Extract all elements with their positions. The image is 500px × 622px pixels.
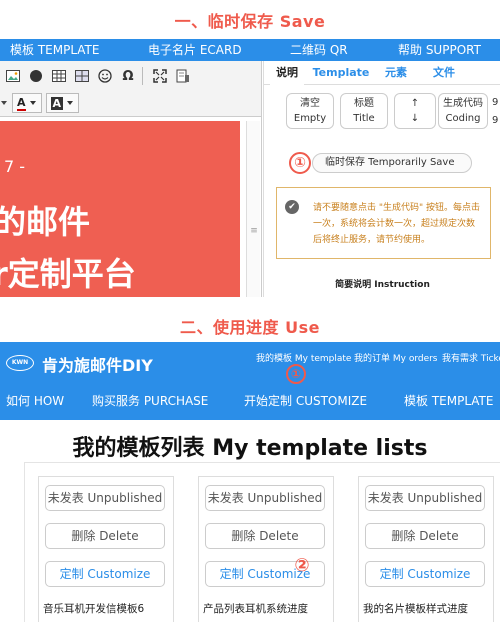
top-navigation: 模板 TEMPLATE 电子名片 ECARD 二维码 QR 帮助 SUPPORT bbox=[0, 39, 500, 61]
move-down-icon[interactable]: ↓ bbox=[395, 111, 435, 126]
editor-area: Ω A A 7 - 的邮件 r定制平台 ≡ bbox=[0, 61, 262, 297]
background-color-dropdown[interactable]: A bbox=[45, 93, 80, 113]
maximize-icon[interactable] bbox=[150, 66, 170, 86]
link-my-template[interactable]: 我的模板 My template bbox=[256, 351, 351, 364]
template-name[interactable]: 音乐耳机开发信模板6 bbox=[43, 601, 144, 616]
template-card: 未发表 Unpublished 删除 Delete 定制 Customize 音… bbox=[38, 476, 174, 622]
toolbar-chevron-icon[interactable] bbox=[0, 93, 8, 113]
delete-button[interactable]: 删除 Delete bbox=[45, 523, 165, 549]
grid-icon[interactable] bbox=[72, 66, 92, 86]
template-list-title: 我的模板列表 My template lists bbox=[72, 436, 428, 461]
coding-button[interactable]: 生成代码 Coding bbox=[438, 93, 488, 129]
template-canvas[interactable]: 7 - 的邮件 r定制平台 bbox=[0, 121, 240, 297]
step-marker-1: ① bbox=[289, 152, 311, 174]
move-up-icon[interactable]: ↑ bbox=[395, 96, 435, 111]
site-header: KWN 肯为旎邮件DIY 我的模板 My template 我的订单 My or… bbox=[0, 342, 500, 420]
background-color-icon: A bbox=[50, 96, 64, 110]
nav-template-main[interactable]: 模板 TEMPLATE bbox=[404, 392, 493, 409]
brand-name[interactable]: 肯为旎邮件DIY bbox=[42, 352, 153, 376]
title-button[interactable]: 标题 Title bbox=[340, 93, 388, 129]
side-number-1: 9 bbox=[492, 97, 499, 108]
table-icon[interactable] bbox=[49, 66, 69, 86]
nav-qr[interactable]: 二维码 QR bbox=[290, 39, 348, 61]
chevron-down-icon bbox=[29, 101, 36, 105]
customize-button[interactable]: 定制 Customize bbox=[45, 561, 165, 587]
smiley-icon[interactable] bbox=[95, 66, 115, 86]
coding-button-label-zh: 生成代码 bbox=[443, 98, 483, 109]
template-name[interactable]: 我的名片模板样式进度 bbox=[363, 601, 468, 616]
nav-how[interactable]: 如何 HOW bbox=[6, 392, 64, 409]
template-card: 未发表 Unpublished 删除 Delete 定制 Customize 产… bbox=[198, 476, 334, 622]
link-ticket[interactable]: 我有需求 Ticke bbox=[442, 351, 500, 364]
image-icon[interactable] bbox=[3, 66, 23, 86]
scrollbar-grip-icon[interactable]: ≡ bbox=[250, 225, 258, 237]
template-card: 未发表 Unpublished 删除 Delete 定制 Customize 我… bbox=[358, 476, 494, 622]
empty-button[interactable]: 清空 Empty bbox=[286, 93, 334, 129]
nav-ecard[interactable]: 电子名片 ECARD bbox=[148, 39, 242, 61]
nav-template[interactable]: 模板 TEMPLATE bbox=[10, 39, 99, 61]
side-number-2: 9 bbox=[492, 115, 499, 126]
temporarily-save-button[interactable]: 临时保存 Temporarily Save bbox=[312, 153, 472, 173]
tab-files[interactable]: 文件 bbox=[424, 61, 464, 85]
tab-template[interactable]: Template bbox=[312, 61, 370, 85]
check-icon: ✔ bbox=[285, 200, 299, 214]
side-panel: 说明 Template 元素 文件 清空 Empty 标题 Title ↑ ↓ … bbox=[263, 61, 500, 297]
empty-button-label-en: Empty bbox=[293, 113, 327, 124]
use-section-title: 二、使用进度 Use bbox=[180, 318, 320, 337]
canvas-headline-2: r定制平台 bbox=[0, 255, 136, 293]
tab-elements[interactable]: 元素 bbox=[376, 61, 416, 85]
link-my-orders[interactable]: 我的订单 My orders bbox=[354, 351, 438, 364]
logo[interactable]: KWN bbox=[6, 355, 34, 371]
title-button-label-zh: 标题 bbox=[354, 98, 374, 109]
save-section-title: 一、临时保存 Save bbox=[174, 12, 326, 31]
customize-button[interactable]: 定制 Customize bbox=[365, 561, 485, 587]
coding-button-label-en: Coding bbox=[445, 113, 481, 124]
canvas-headline-1: 的邮件 bbox=[0, 203, 91, 241]
template-name[interactable]: 产品列表耳机系统进度 bbox=[203, 601, 308, 616]
unpublished-button[interactable]: 未发表 Unpublished bbox=[205, 485, 325, 511]
move-buttons[interactable]: ↑ ↓ bbox=[394, 93, 436, 129]
font-color-icon: A bbox=[17, 95, 26, 111]
step-marker-header: ① bbox=[286, 364, 306, 384]
chevron-down-icon bbox=[67, 101, 74, 105]
delete-button[interactable]: 删除 Delete bbox=[365, 523, 485, 549]
instruction-heading: 简要说明 Instruction bbox=[335, 280, 430, 290]
nav-customize[interactable]: 开始定制 CUSTOMIZE bbox=[244, 392, 367, 409]
font-color-dropdown[interactable]: A bbox=[12, 93, 42, 113]
nav-purchase[interactable]: 购买服务 PURCHASE bbox=[92, 392, 208, 409]
panel-button-grid: 清空 Empty 标题 Title ↑ ↓ 生成代码 Coding 9 9 bbox=[264, 93, 500, 133]
editor-scrollbar[interactable]: ≡ bbox=[246, 121, 260, 297]
step-marker-2: ② bbox=[294, 555, 310, 576]
canvas-text-small: 7 - bbox=[4, 157, 26, 176]
tab-description[interactable]: 说明 bbox=[270, 61, 304, 85]
editor-toolbar: Ω A A bbox=[0, 61, 261, 117]
omega-icon[interactable]: Ω bbox=[118, 66, 138, 86]
delete-button[interactable]: 删除 Delete bbox=[205, 523, 325, 549]
unpublished-button[interactable]: 未发表 Unpublished bbox=[45, 485, 165, 511]
title-button-label-en: Title bbox=[353, 113, 375, 124]
toolbar-divider bbox=[142, 67, 143, 85]
nav-support[interactable]: 帮助 SUPPORT bbox=[398, 39, 481, 61]
empty-button-label-zh: 清空 bbox=[300, 98, 320, 109]
compass-icon[interactable] bbox=[26, 66, 46, 86]
notice-box: ✔ 请不要随意点击 "生成代码" 按钮。每点击一次，系统将会计数一次，超过规定次… bbox=[276, 187, 491, 259]
notice-text: 请不要随意点击 "生成代码" 按钮。每点击一次，系统将会计数一次，超过规定次数后… bbox=[313, 203, 481, 245]
unpublished-button[interactable]: 未发表 Unpublished bbox=[365, 485, 485, 511]
preview-icon[interactable] bbox=[173, 66, 193, 86]
panel-tabs: 说明 Template 元素 文件 bbox=[264, 61, 500, 85]
